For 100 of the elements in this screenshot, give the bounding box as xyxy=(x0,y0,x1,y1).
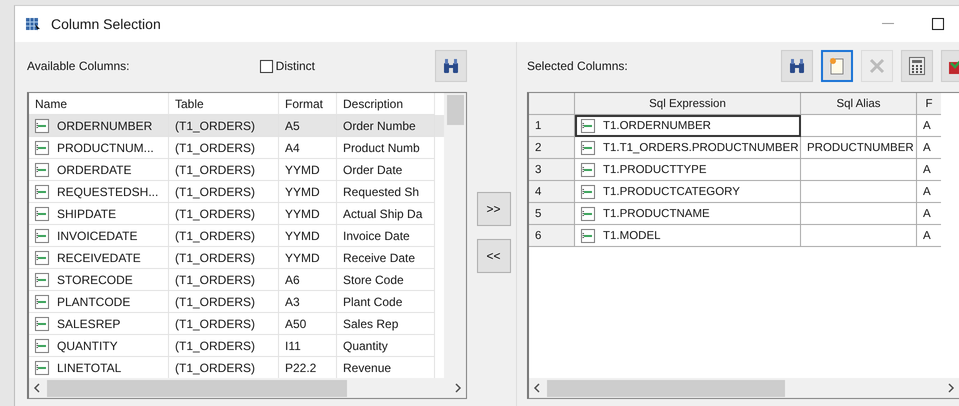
table-cell: A xyxy=(917,181,941,203)
table-row[interactable]: SALESREP (T1_ORDERS) A50 Sales Rep xyxy=(29,313,444,335)
table-cell: Order Numbe xyxy=(337,115,435,137)
table-cell: Plant Code xyxy=(337,291,435,313)
table-cell[interactable] xyxy=(801,225,917,247)
table-cell: SALESREP xyxy=(29,313,169,335)
table-cell: A3 xyxy=(279,291,337,313)
table-row[interactable]: STORECODE (T1_ORDERS) A6 Store Code xyxy=(29,269,444,291)
table-cell: Quantity xyxy=(337,335,435,357)
row-number: 5 xyxy=(529,203,575,225)
column-header[interactable]: Sql Expression xyxy=(575,93,801,115)
toolbar-button[interactable] xyxy=(781,50,813,82)
find-button[interactable] xyxy=(435,50,467,82)
table-cell: A xyxy=(917,115,941,137)
table-cell: YYMD xyxy=(279,247,337,269)
table-row[interactable]: PLANTCODE (T1_ORDERS) A3 Plant Code xyxy=(29,291,444,313)
table-cell: (T1_ORDERS) xyxy=(169,247,279,269)
horizontal-scrollbar[interactable] xyxy=(29,378,466,398)
checkbox-label: Distinct xyxy=(276,59,315,73)
table-cell: Actual Ship Da xyxy=(337,203,435,225)
field-icon xyxy=(35,250,49,264)
table-cell[interactable]: PRODUCTNUMBER xyxy=(801,137,917,159)
scroll-left-icon[interactable] xyxy=(33,383,41,393)
table-cell[interactable]: T1.T1_ORDERS.PRODUCTNUMBER xyxy=(575,137,801,159)
table-cell[interactable]: T1.ORDERNUMBER xyxy=(575,115,801,137)
maximize-icon[interactable] xyxy=(932,18,944,30)
binoculars-icon xyxy=(788,57,806,75)
table-cell: Order Date xyxy=(337,159,435,181)
table-cell: (T1_ORDERS) xyxy=(169,159,279,181)
move-button[interactable]: >> xyxy=(476,192,510,226)
table-cell[interactable] xyxy=(801,181,917,203)
table-cell[interactable]: T1.PRODUCTCATEGORY xyxy=(575,181,801,203)
scroll-left-icon[interactable] xyxy=(533,383,541,393)
table-cell: REQUESTEDSH... xyxy=(29,181,169,203)
field-icon xyxy=(35,206,49,220)
table-cell: ORDERDATE xyxy=(29,159,169,181)
table-cell[interactable] xyxy=(801,115,917,137)
table-row[interactable]: SHIPDATE (T1_ORDERS) YYMD Actual Ship Da xyxy=(29,203,444,225)
field-icon xyxy=(35,184,49,198)
horizontal-scrollbar[interactable] xyxy=(529,378,959,398)
binoculars-icon xyxy=(442,57,460,75)
column-header[interactable]: Sql Alias xyxy=(801,93,917,115)
table-cell: A xyxy=(917,225,941,247)
table-cell: I11 xyxy=(279,335,337,357)
table-row[interactable]: REQUESTEDSH... (T1_ORDERS) YYMD Requested Sh xyxy=(29,181,444,203)
table-cell: (T1_ORDERS) xyxy=(169,269,279,291)
scroll-right-icon[interactable] xyxy=(947,383,955,393)
toolbar-button[interactable] xyxy=(821,50,853,82)
table-cell[interactable] xyxy=(801,159,917,181)
column-header[interactable]: F xyxy=(917,93,941,115)
field-icon xyxy=(35,360,49,374)
table-cell: A xyxy=(917,203,941,225)
toolbar-button[interactable] xyxy=(901,50,933,82)
distinct-checkbox[interactable] xyxy=(260,60,273,72)
table-cell: YYMD xyxy=(279,203,337,225)
table-cell[interactable]: T1.MODEL xyxy=(575,225,801,247)
table-cell: (T1_ORDERS) xyxy=(169,137,279,159)
table-cell: A50 xyxy=(279,313,337,335)
row-number: 2 xyxy=(529,137,575,159)
field-icon xyxy=(35,228,49,242)
table-row[interactable]: PRODUCTNUM... (T1_ORDERS) A4 Product Numb xyxy=(29,137,444,159)
delete-icon xyxy=(868,57,886,75)
window-title: Column Selection xyxy=(51,16,162,32)
vertical-scrollbar[interactable] xyxy=(444,93,466,378)
row-number: 1 xyxy=(529,115,575,137)
app-icon xyxy=(25,16,41,32)
table-cell: PRODUCTNUM... xyxy=(29,137,169,159)
field-icon xyxy=(581,162,595,176)
minimize-icon[interactable] xyxy=(882,23,894,25)
field-icon xyxy=(35,316,49,330)
field-icon xyxy=(581,206,595,220)
table-cell: ORDERNUMBER xyxy=(29,115,169,137)
table-cell: A6 xyxy=(279,269,337,291)
table-row[interactable]: QUANTITY (T1_ORDERS) I11 Quantity xyxy=(29,335,444,357)
table-cell: RECEIVEDATE xyxy=(29,247,169,269)
table-cell: Receive Date xyxy=(337,247,435,269)
new-document-icon xyxy=(828,57,846,75)
table-cell: SHIPDATE xyxy=(29,203,169,225)
scroll-right-icon[interactable] xyxy=(454,383,462,393)
field-icon xyxy=(35,118,49,132)
table-cell: INVOICEDATE xyxy=(29,225,169,247)
field-icon xyxy=(581,228,595,242)
table-row[interactable]: ORDERDATE (T1_ORDERS) YYMD Order Date xyxy=(29,159,444,181)
field-icon xyxy=(35,162,49,176)
table-cell[interactable]: T1.PRODUCTNAME xyxy=(575,203,801,225)
table-cell: PLANTCODE xyxy=(29,291,169,313)
table-cell: (T1_ORDERS) xyxy=(169,115,279,137)
table-cell[interactable]: T1.PRODUCTTYPE xyxy=(575,159,801,181)
field-icon xyxy=(35,140,49,154)
table-cell: (T1_ORDERS) xyxy=(169,225,279,247)
table-row[interactable]: RECEIVEDATE (T1_ORDERS) YYMD Receive Date xyxy=(29,247,444,269)
table-cell: (T1_ORDERS) xyxy=(169,313,279,335)
row-number: 6 xyxy=(529,225,575,247)
panel-label: Available Columns: xyxy=(27,59,130,73)
table-row[interactable]: INVOICEDATE (T1_ORDERS) YYMD Invoice Date xyxy=(29,225,444,247)
move-button[interactable]: << xyxy=(476,239,510,273)
table-cell[interactable] xyxy=(801,203,917,225)
table-cell: YYMD xyxy=(279,159,337,181)
table-cell: Sales Rep xyxy=(337,313,435,335)
table-row[interactable]: ORDERNUMBER (T1_ORDERS) A5 Order Numbe xyxy=(29,115,444,137)
